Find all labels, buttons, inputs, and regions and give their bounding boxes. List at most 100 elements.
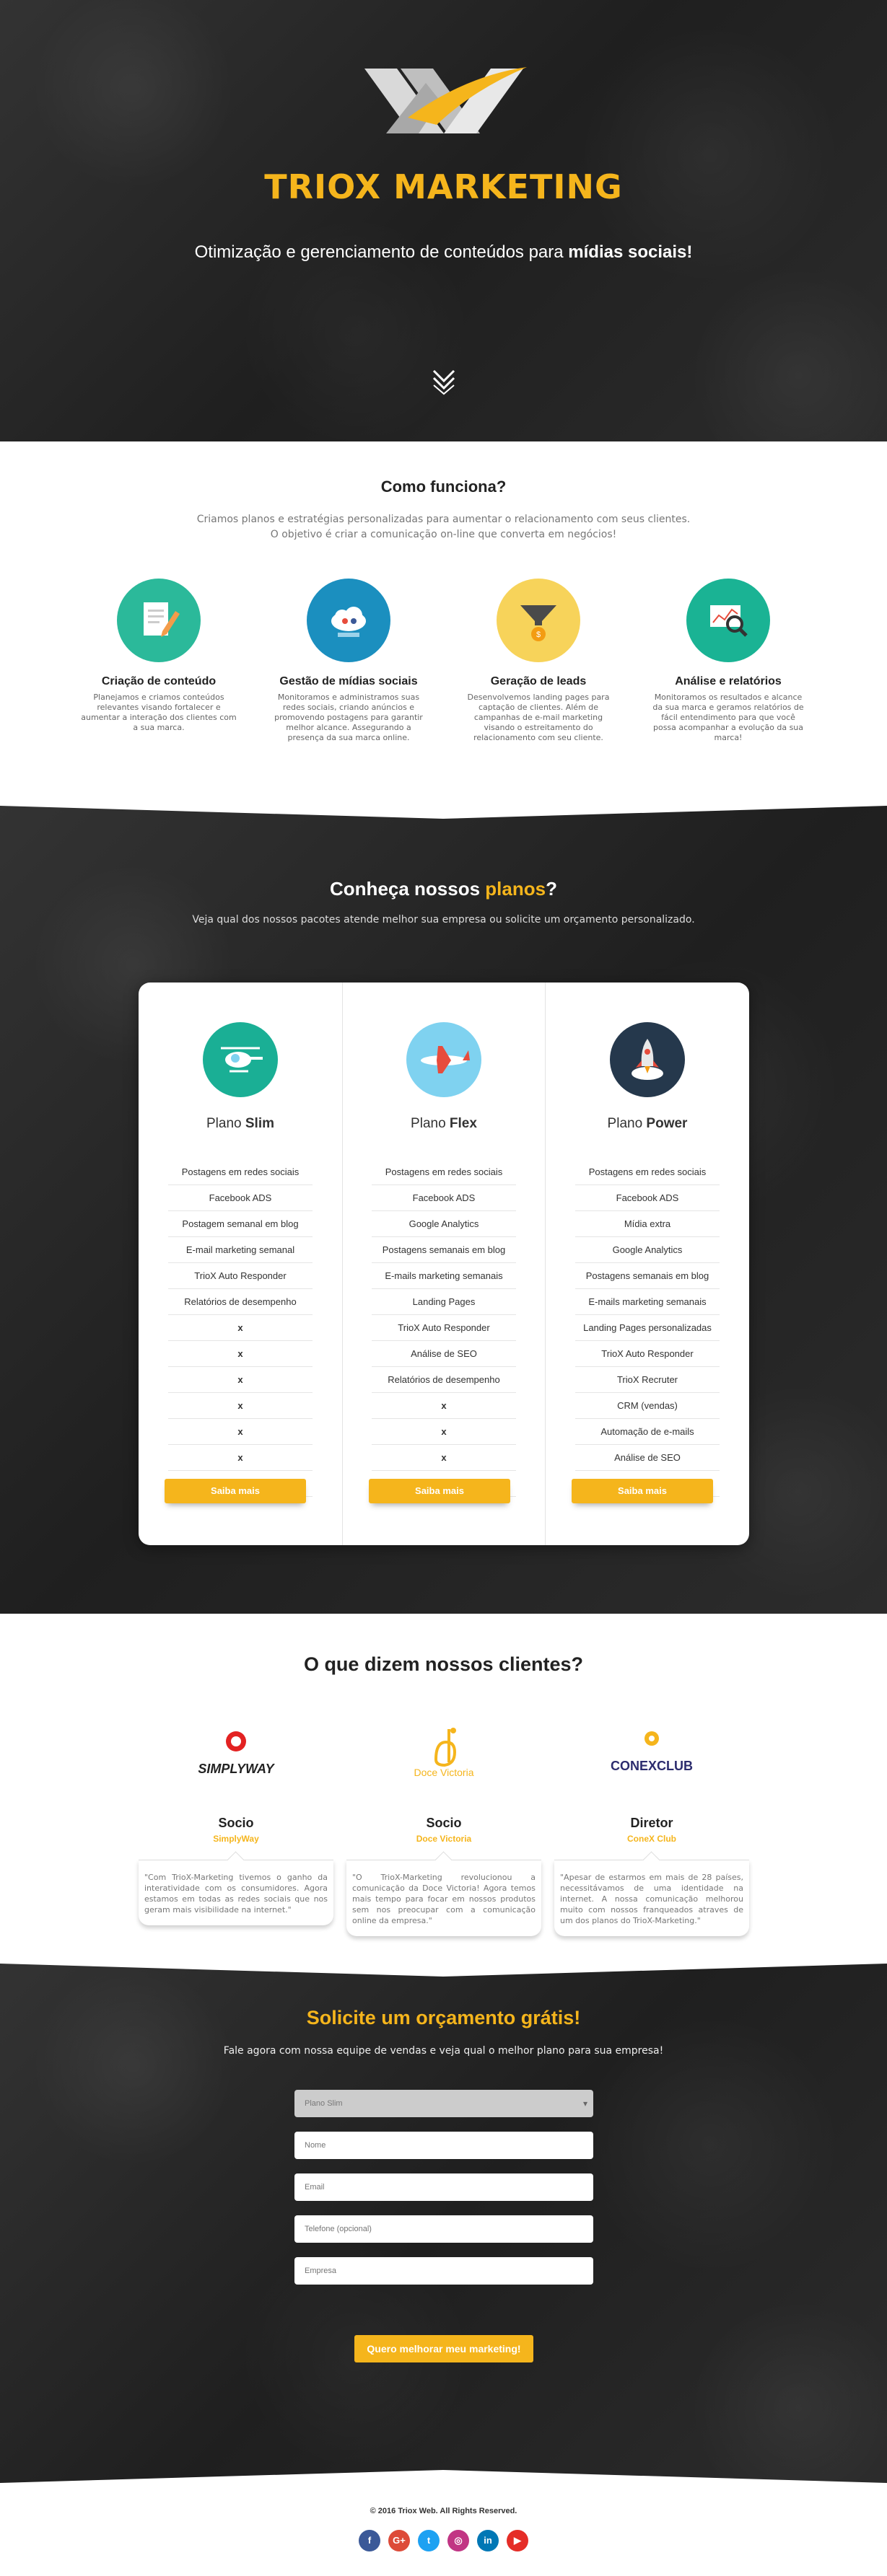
- quote-title-prefix: Solicite um orçamento: [306, 2007, 521, 2028]
- triox-logo-icon: [364, 67, 527, 133]
- plan-prefix: Plano: [411, 1116, 450, 1131]
- plan-feature: x: [372, 1419, 516, 1445]
- client-company: SimplyWay: [213, 1834, 259, 1844]
- step-card: Criação de conteúdo Planejamos e criamos …: [79, 579, 238, 733]
- plan-title: Slim: [245, 1116, 274, 1131]
- step-text: Desenvolvemos landing pages para captaçã…: [467, 693, 610, 742]
- subtitle-line-1: Criamos planos e estratégias personaliza…: [196, 514, 691, 525]
- client-company: ConeX Club: [627, 1834, 676, 1844]
- company-input[interactable]: [294, 2257, 593, 2285]
- client-logo-text: CONEXCLUB: [610, 1758, 693, 1773]
- linkedin-icon[interactable]: in: [477, 2530, 499, 2551]
- plan-feature: TrioX Auto Responder: [575, 1341, 720, 1367]
- testimonial-card: CONEXCLUB Diretor ConeX Club "Apesar de est…: [554, 1715, 749, 1936]
- plan-feature: x: [168, 1445, 313, 1471]
- phone-input[interactable]: [294, 2215, 593, 2243]
- plan-feature: TrioX Recruter: [575, 1367, 720, 1393]
- plans-title-prefix: Conheça nossos: [330, 878, 486, 900]
- step-card: Análise e relatórios Monitoramos os resul…: [649, 579, 808, 743]
- plan-feature: Facebook ADS: [168, 1185, 313, 1211]
- plan-prefix: Plano: [206, 1116, 245, 1131]
- plan-feature: x: [168, 1341, 313, 1367]
- plans-title-highlight: planos: [485, 878, 546, 900]
- plan-feature: E-mails marketing semanais: [575, 1289, 720, 1315]
- plan-features: Postagens em redes sociais Facebook ADS Go…: [372, 1159, 516, 1497]
- client-quote: "Apesar de estarmos em mais de 28 países…: [554, 1860, 749, 1936]
- plan-feature: E-mails marketing semanais: [372, 1263, 516, 1289]
- twitter-icon[interactable]: t: [418, 2530, 440, 2551]
- plan-feature: Análise de SEO: [372, 1341, 516, 1367]
- plan-feature: Relatórios de desempenho: [372, 1367, 516, 1393]
- step-title: Análise e relatórios: [675, 675, 782, 687]
- helicopter-icon: [203, 1022, 278, 1097]
- instagram-icon[interactable]: ◎: [447, 2530, 469, 2551]
- plan-feature: Postagens semanais em blog: [575, 1263, 720, 1289]
- plan-title: Flex: [449, 1116, 477, 1131]
- step-text: Monitoramos os resultados e alcance da s…: [652, 693, 804, 742]
- brand-title: TRIOX MARKETING: [264, 167, 623, 206]
- saiba-mais-button[interactable]: Saiba mais: [572, 1479, 713, 1503]
- facebook-icon[interactable]: f: [359, 2530, 380, 2551]
- hero-tagline: Otimização e gerenciamento de conteúdos …: [0, 242, 887, 263]
- tagline-text: Otimização e gerenciamento de conteúdos …: [194, 242, 569, 262]
- copyright-text: © 2016 Triox Web. All Rights Reserved.: [370, 2507, 517, 2515]
- airplane-icon: [406, 1022, 481, 1097]
- plans-title-suffix: ?: [546, 878, 557, 900]
- youtube-icon[interactable]: ▶: [507, 2530, 528, 2551]
- plan-select[interactable]: Plano Slim: [294, 2090, 593, 2117]
- quote-section: Solicite um orçamento grátis! Fale agora…: [0, 1959, 887, 2487]
- plan-feature: Landing Pages personalizadas: [575, 1315, 720, 1341]
- client-logo-text: Doce Victoria: [414, 1767, 474, 1778]
- quote-form: Plano Slim: [294, 2090, 593, 2299]
- plan-feature: E-mail marketing semanal: [168, 1237, 313, 1263]
- chevron-double-down-icon[interactable]: [431, 366, 457, 395]
- plan-feature: x: [168, 1393, 313, 1419]
- plan-feature: Postagens em redes sociais: [575, 1159, 720, 1185]
- plans-section: Conheça nossos planos? Veja qual dos nos…: [0, 801, 887, 1614]
- quote-title-highlight: grátis!: [520, 2007, 581, 2028]
- testimonials-title: O que dizem nossos clientes?: [303, 1653, 584, 1675]
- saiba-mais-button[interactable]: Saiba mais: [369, 1479, 510, 1503]
- step-text: Monitoramos e administramos suas redes s…: [274, 693, 423, 742]
- plan-feature: Postagens em redes sociais: [168, 1159, 313, 1185]
- saiba-mais-button[interactable]: Saiba mais: [165, 1479, 306, 1503]
- name-input[interactable]: [294, 2132, 593, 2159]
- plan-column-flex: Plano Flex Postagens em redes sociais Face…: [342, 983, 546, 1545]
- hero-section: TRIOX MARKETING Otimização e gerenciamen…: [0, 0, 887, 441]
- quote-subtitle: Fale agora com nossa equipe de vendas e …: [223, 2045, 664, 2057]
- how-it-works-section: Como funciona? Criamos planos e estratég…: [0, 441, 887, 802]
- quote-title: Solicite um orçamento grátis!: [0, 2007, 887, 2029]
- pencil-document-icon: [117, 579, 201, 662]
- client-logo: CONEXCLUB: [554, 1715, 749, 1787]
- plan-feature: x: [372, 1445, 516, 1471]
- plan-feature: Análise de SEO: [575, 1445, 720, 1471]
- client-company: Doce Victoria: [416, 1834, 472, 1844]
- plans-subtitle: Veja qual dos nossos pacotes atende melh…: [192, 914, 695, 926]
- plan-name: Plano Power: [546, 1116, 749, 1132]
- plan-name: Plano Flex: [343, 1116, 545, 1132]
- plan-feature: TrioX Auto Responder: [168, 1263, 313, 1289]
- client-logo: SIMPLYWAY: [139, 1715, 333, 1787]
- plan-feature: Facebook ADS: [372, 1185, 516, 1211]
- plan-feature: Google Analytics: [372, 1211, 516, 1237]
- section-title: Como funciona?: [380, 478, 507, 496]
- email-input[interactable]: [294, 2173, 593, 2201]
- plan-feature: x: [372, 1393, 516, 1419]
- subtitle-line-2: O objetivo é criar a comunicação on-line…: [270, 529, 617, 540]
- testimonial-card: SIMPLYWAY Socio SimplyWay "Com TrioX-Market…: [139, 1715, 333, 1925]
- social-links: f G+ t ◎ in ▶: [0, 2530, 887, 2551]
- client-quote: "O TrioX-Marketing revolucionou a comuni…: [346, 1860, 541, 1936]
- plan-features: Postagens em redes sociais Facebook ADS Po…: [168, 1159, 313, 1497]
- plan-feature: Landing Pages: [372, 1289, 516, 1315]
- tagline-bold: mídias sociais!: [568, 242, 693, 262]
- submit-quote-button[interactable]: Quero melhorar meu marketing!: [354, 2335, 533, 2362]
- rocket-icon: [610, 1022, 685, 1097]
- google-plus-icon[interactable]: G+: [388, 2530, 410, 2551]
- plan-column-slim: Plano Slim Postagens em redes sociais Face…: [139, 983, 342, 1545]
- funnel-coin-icon: $: [497, 579, 580, 662]
- client-role: Socio: [218, 1816, 254, 1830]
- plan-feature: Relatórios de desempenho: [168, 1289, 313, 1315]
- client-role: Socio: [426, 1816, 462, 1830]
- client-quote: "Com TrioX-Marketing tivemos o ganho da …: [139, 1860, 333, 1925]
- plans-card: Plano Slim Postagens em redes sociais Face…: [139, 983, 749, 1545]
